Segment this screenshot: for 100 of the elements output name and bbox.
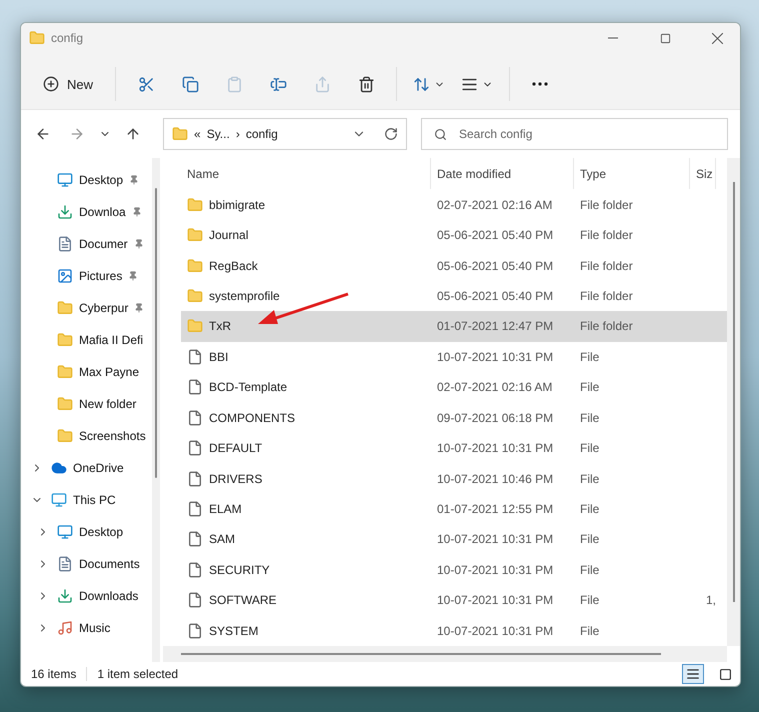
window-title: config [51, 31, 84, 45]
sidebar-item[interactable]: Screenshots [21, 420, 152, 452]
type-cell-text: File [579, 593, 600, 608]
date-cell-text: 01-07-2021 12:55 PM [436, 502, 554, 516]
share-icon [314, 76, 331, 92]
type-cell-text: File folder [579, 288, 634, 303]
file-row[interactable]: BBI 10-07-2021 10:31 PM File [181, 342, 727, 372]
type-cell-text: File [579, 502, 600, 516]
sidebar-item[interactable]: Music [21, 612, 152, 644]
folder-icon [187, 288, 203, 304]
sidebar-item[interactable]: Mafia II Defi [21, 324, 152, 356]
selection-count: 1 item selected [97, 667, 178, 681]
type-cell-text: File folder [579, 319, 634, 334]
document-icon [57, 556, 73, 572]
file-row[interactable]: ELAM 01-07-2021 12:55 PM File [181, 494, 727, 524]
folder-icon [57, 396, 73, 412]
file-name: DRIVERS [209, 472, 262, 486]
breadcrumb[interactable]: « [194, 127, 201, 141]
breadcrumb[interactable]: config [246, 127, 278, 141]
file-row[interactable]: DEFAULT 10-07-2021 10:31 PM File [181, 432, 727, 464]
file-icon [187, 592, 203, 608]
sidebar-item[interactable]: Desktop [21, 516, 152, 548]
file-icon [187, 470, 203, 487]
copy-icon [182, 76, 199, 92]
column-header[interactable]: Type [574, 158, 690, 190]
sidebar-item[interactable]: OneDrive [21, 452, 152, 484]
date-cell-text: 05-06-2021 05:40 PM [436, 288, 554, 303]
sidebar-item[interactable]: Desktop [21, 164, 152, 196]
item-count: 16 items [31, 667, 76, 681]
vertical-scrollbar[interactable] [727, 158, 740, 646]
close-icon [712, 32, 722, 44]
file-row[interactable]: BCD-Template 02-07-2021 02:16 AM File [181, 372, 727, 402]
sidebar-item[interactable]: This PC [21, 484, 152, 516]
file-row[interactable]: TxR 01-07-2021 12:47 PM File folder [181, 311, 727, 342]
folder-icon [57, 428, 73, 444]
type-cell-text: File [579, 532, 600, 546]
column-header[interactable]: Name [181, 158, 431, 190]
forward-icon [69, 126, 85, 142]
folder-icon [187, 318, 203, 334]
download-icon [57, 204, 73, 220]
date-cell-text: 10-07-2021 10:31 PM [436, 562, 554, 577]
file-row[interactable]: SOFTWARE 10-07-2021 10:31 PM File 1, [181, 585, 727, 616]
sidebar-item[interactable]: Downloa [21, 196, 152, 228]
new-button[interactable]: New [31, 66, 106, 102]
sidebar-item[interactable]: New folder [21, 388, 152, 420]
folder-icon [187, 258, 203, 274]
sidebar-item[interactable]: Documents [21, 548, 152, 580]
sidebar-item[interactable]: Downloads [21, 580, 152, 612]
maximize-icon [660, 32, 670, 44]
date-cell-text: 05-06-2021 05:40 PM [436, 258, 554, 273]
folder-icon [57, 300, 73, 316]
horizontal-scrollbar[interactable] [163, 646, 727, 662]
file-name: BCD-Template [209, 380, 288, 394]
size-cell-text: 1, [704, 593, 716, 608]
address-bar[interactable]: « Sy... › config [163, 118, 407, 150]
sidebar-scrollbar[interactable] [152, 158, 160, 662]
date-cell-text: 09-07-2021 06:18 PM [436, 410, 554, 425]
file-name: Journal [209, 228, 248, 242]
search-field[interactable]: Search config [421, 118, 728, 150]
details-view-button[interactable] [682, 664, 704, 684]
file-name: COMPONENTS [209, 410, 296, 425]
file-row[interactable]: bbimigrate 02-07-2021 02:16 AM File folder [181, 189, 727, 220]
breadcrumb[interactable]: Sy... [206, 127, 230, 141]
type-cell-text: File [579, 350, 600, 364]
plus-icon [43, 76, 59, 92]
file-icon [187, 348, 203, 365]
file-row[interactable]: Journal 05-06-2021 05:40 PM File folder [181, 220, 727, 250]
sidebar-item[interactable]: Max Payne [21, 356, 152, 388]
file-name: SECURITY [209, 562, 270, 577]
sidebar-item[interactable]: Documer [21, 228, 152, 260]
file-row[interactable]: systemprofile 05-06-2021 05:40 PM File folder [181, 280, 727, 312]
folder-icon [172, 126, 188, 142]
type-cell-text: File [579, 410, 600, 425]
breadcrumb[interactable]: › [236, 127, 240, 141]
file-row[interactable]: SECURITY 10-07-2021 10:31 PM File [181, 554, 727, 586]
sidebar-item[interactable]: Cyberpur [21, 292, 152, 324]
type-cell-text: File folder [579, 198, 634, 212]
date-cell-text: 10-07-2021 10:31 PM [436, 350, 554, 364]
column-header[interactable]: Date modified [431, 158, 574, 190]
file-name: TxR [209, 319, 231, 334]
refresh-icon[interactable] [384, 127, 398, 141]
type-cell-text: File folder [579, 228, 634, 242]
file-name: DEFAULT [209, 441, 262, 456]
file-row[interactable]: SYSTEM 10-07-2021 10:31 PM File [181, 616, 727, 646]
file-row[interactable]: DRIVERS 10-07-2021 10:46 PM File [181, 463, 727, 494]
file-icon [187, 410, 203, 426]
file-name: RegBack [209, 258, 258, 273]
column-header[interactable]: Siz [690, 158, 716, 190]
music-icon [57, 620, 73, 636]
type-cell-text: File [579, 441, 600, 456]
date-cell-text: 10-07-2021 10:31 PM [436, 532, 554, 546]
sidebar-item[interactable]: Pictures [21, 260, 152, 292]
file-row[interactable]: SAM 10-07-2021 10:31 PM File [181, 524, 727, 555]
computer-icon [51, 492, 67, 508]
search-icon [434, 128, 447, 140]
file-row[interactable]: COMPONENTS 09-07-2021 06:18 PM File [181, 402, 727, 433]
file-row[interactable]: RegBack 05-06-2021 05:40 PM File folder [181, 250, 727, 281]
sort-icon [413, 76, 430, 92]
date-cell-text: 10-07-2021 10:46 PM [436, 472, 554, 486]
clipboard-icon [226, 76, 243, 92]
